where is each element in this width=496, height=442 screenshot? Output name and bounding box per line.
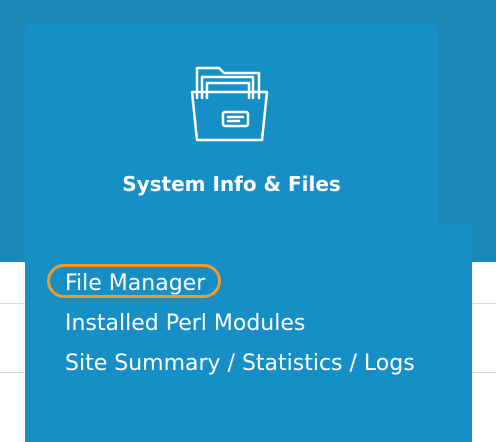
file-manager-link[interactable]: File Manager <box>65 270 205 298</box>
table-row-divider <box>472 372 496 373</box>
tile-title[interactable]: System Info & Files <box>25 170 438 198</box>
installed-perl-modules-link[interactable]: Installed Perl Modules <box>65 310 305 338</box>
table-row-divider <box>0 303 25 304</box>
table-row-divider <box>472 303 496 304</box>
table-row-divider <box>0 372 25 373</box>
site-summary-statistics-logs-link[interactable]: Site Summary / Statistics / Logs <box>65 350 415 378</box>
folder-icon <box>190 66 269 142</box>
